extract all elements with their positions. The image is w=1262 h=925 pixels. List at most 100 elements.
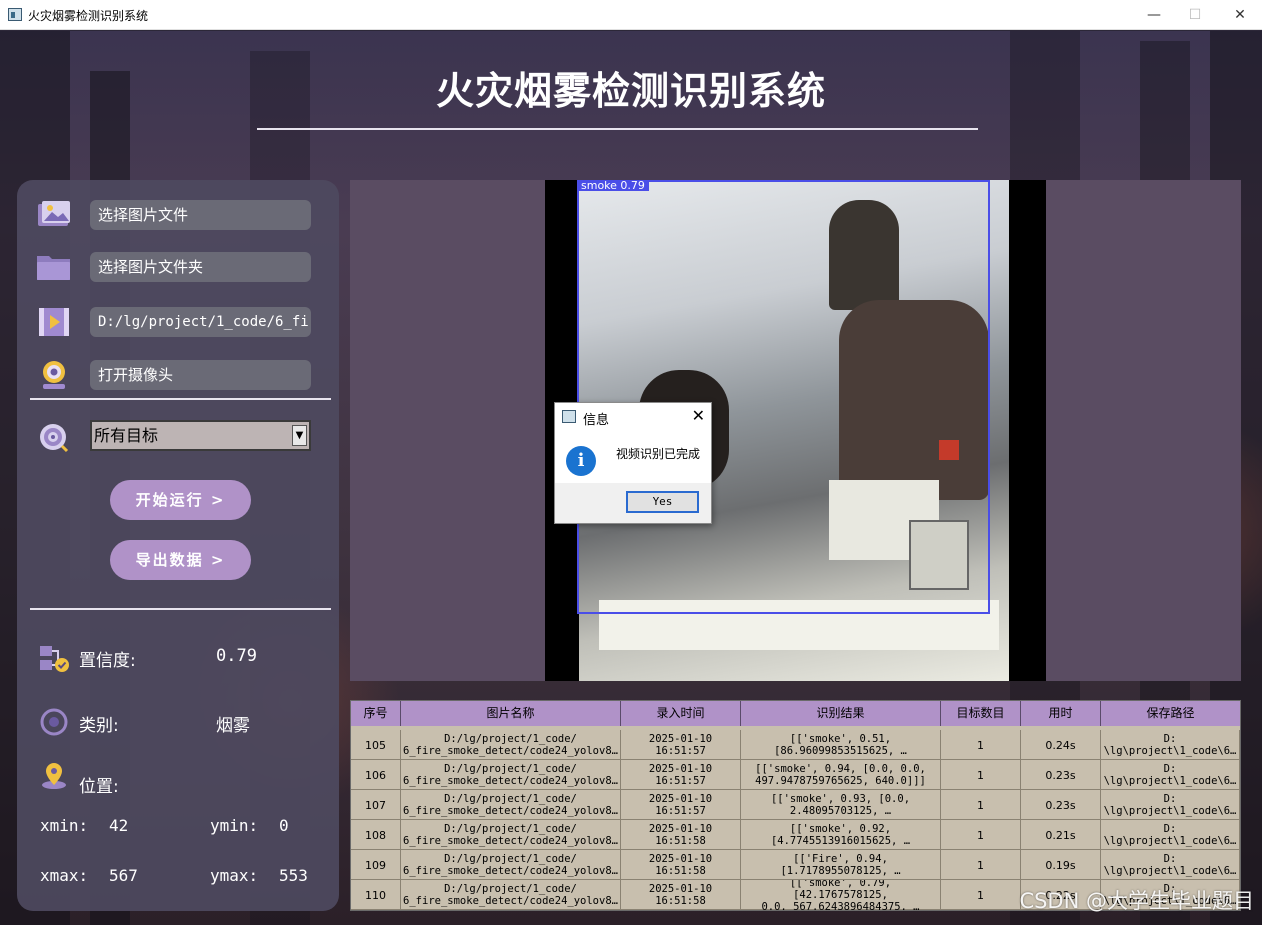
ymin-value: 0 [279, 816, 289, 835]
cell-text-result: [['smoke', 0.92, [4.7745513916015625, … [770, 823, 911, 847]
control-panel: 选择图片文件 选择图片文件夹 D:/lg/project/1_code/6_fi… [17, 180, 339, 911]
table-cell-id: 107 [351, 790, 401, 820]
target-select[interactable]: 所有目标 ▼ [90, 420, 311, 451]
col-header-path[interactable]: 保存路径 [1101, 701, 1240, 726]
table-row[interactable]: 105 D:/lg/project/1_code/ 6_fire_smoke_de… [351, 730, 1240, 760]
camera-icon [36, 358, 72, 392]
open-camera-button[interactable]: 打开摄像头 [90, 360, 311, 390]
cell-text-path: D: \lg\project\1_code\6… [1103, 733, 1237, 757]
table-cell-result: [['smoke', 0.51, [86.96099853515625, … [741, 730, 941, 760]
cell-text-name: D:/lg/project/1_code/ 6_fire_smoke_detec… [403, 793, 618, 817]
table-cell-time: 2025-01-10 16:51:58 [621, 880, 741, 910]
table-cell-count: 1 [941, 880, 1021, 910]
cell-text-duration: 0.19s [1045, 858, 1076, 872]
target-select-value: 所有目标 [94, 426, 159, 445]
cell-text-duration: 0.24s [1045, 738, 1076, 752]
col-header-result[interactable]: 识别结果 [741, 701, 941, 726]
cell-text-path: D: \lg\project\1_code\6… [1103, 853, 1237, 877]
cell-text-time: 2025-01-10 16:51:58 [648, 883, 713, 907]
table-row[interactable]: 108 D:/lg/project/1_code/ 6_fire_smoke_de… [351, 820, 1240, 850]
yes-button[interactable]: Yes [626, 491, 699, 513]
table-cell-path: D: \lg\project\1_code\6… [1101, 760, 1240, 790]
cell-text-time: 2025-01-10 16:51:58 [648, 853, 713, 877]
start-run-button[interactable]: 开始运行 > [110, 480, 251, 520]
results-table: 序号 图片名称 录入时间 识别结果 目标数目 用时 保存路径 105 D:/lg/… [350, 700, 1241, 911]
cell-text-id: 106 [365, 768, 386, 782]
table-cell-time: 2025-01-10 16:51:57 [621, 730, 741, 760]
cell-text-name: D:/lg/project/1_code/ 6_fire_smoke_detec… [403, 853, 618, 877]
position-label: 位置: [79, 777, 119, 797]
info-icon: i [566, 446, 596, 476]
xmax-value: 567 [109, 866, 138, 885]
table-cell-result: [['smoke', 0.79, [42.1767578125, 0.0, 56… [741, 880, 941, 910]
watermark: CSDN @大学生毕业题目 [1019, 889, 1254, 913]
col-header-duration[interactable]: 用时 [1021, 701, 1101, 726]
table-cell-id: 108 [351, 820, 401, 850]
video-file-icon [36, 305, 72, 339]
cell-text-result: [['smoke', 0.51, [86.96099853515625, … [774, 733, 907, 757]
table-cell-result: [['smoke', 0.92, [4.7745513916015625, … [741, 820, 941, 850]
app-icon [8, 8, 22, 21]
dialog-header: 信息 ✕ [555, 403, 711, 431]
cell-text-name: D:/lg/project/1_code/ 6_fire_smoke_detec… [403, 823, 618, 847]
minimize-button[interactable]: — [1136, 4, 1172, 26]
cell-text-result: [['smoke', 0.79, [42.1767578125, 0.0, 56… [761, 880, 920, 910]
table-cell-count: 1 [941, 850, 1021, 880]
folder-icon [36, 250, 72, 284]
dialog-message: 视频识别已完成 [616, 447, 701, 461]
detection-bounding-box [577, 180, 990, 614]
xmin-label: xmin: [40, 816, 89, 835]
cell-text-count: 1 [977, 798, 984, 812]
col-header-time[interactable]: 录入时间 [621, 701, 741, 726]
table-row[interactable]: 109 D:/lg/project/1_code/ 6_fire_smoke_de… [351, 850, 1240, 880]
table-cell-time: 2025-01-10 16:51:58 [621, 850, 741, 880]
table-header: 序号 图片名称 录入时间 识别结果 目标数目 用时 保存路径 [351, 701, 1240, 726]
cell-text-result: [['smoke', 0.94, [0.0, 0.0, 497.94787597… [755, 763, 926, 787]
select-image-folder-button[interactable]: 选择图片文件夹 [90, 252, 311, 282]
ymax-value: 553 [279, 866, 308, 885]
col-header-name[interactable]: 图片名称 [401, 701, 621, 726]
cell-text-id: 109 [365, 858, 386, 872]
close-icon[interactable]: ✕ [692, 406, 705, 425]
close-button[interactable]: ✕ [1222, 4, 1258, 26]
detection-view: smoke 0.79 [350, 180, 1241, 681]
table-cell-result: [['smoke', 0.94, [0.0, 0.0, 497.94787597… [741, 760, 941, 790]
page-title: 火灾烟雾检测识别系统 [435, 69, 826, 113]
category-icon [39, 707, 75, 741]
image-file-icon [36, 198, 72, 232]
table-cell-time: 2025-01-10 16:51:58 [621, 820, 741, 850]
cell-text-count: 1 [977, 858, 984, 872]
table-cell-name: D:/lg/project/1_code/ 6_fire_smoke_detec… [401, 760, 621, 790]
table-cell-duration: 0.19s [1021, 850, 1101, 880]
select-image-file-button[interactable]: 选择图片文件 [90, 200, 311, 230]
cell-text-path: D: \lg\project\1_code\6… [1103, 793, 1237, 817]
table-cell-count: 1 [941, 730, 1021, 760]
chevron-down-icon[interactable]: ▼ [292, 425, 307, 446]
target-icon [36, 420, 72, 454]
table-cell-id: 106 [351, 760, 401, 790]
cell-text-time: 2025-01-10 16:51:57 [648, 763, 713, 787]
video-path-field[interactable]: D:/lg/project/1_code/6_fire [90, 307, 311, 337]
window-titlebar: 火灾烟雾检测识别系统 — ☐ ✕ [0, 0, 1262, 30]
table-cell-duration: 0.21s [1021, 820, 1101, 850]
class-value: 烟雾 [216, 716, 250, 736]
maximize-button[interactable]: ☐ [1177, 4, 1213, 26]
table-row[interactable]: 106 D:/lg/project/1_code/ 6_fire_smoke_de… [351, 760, 1240, 790]
info-dialog: 信息 ✕ i 视频识别已完成 Yes [554, 402, 712, 524]
title-divider [257, 128, 978, 130]
table-cell-name: D:/lg/project/1_code/ 6_fire_smoke_detec… [401, 850, 621, 880]
table-cell-path: D: \lg\project\1_code\6… [1101, 850, 1240, 880]
table-cell-time: 2025-01-10 16:51:57 [621, 760, 741, 790]
ymin-label: ymin: [210, 816, 259, 835]
table-cell-id: 110 [351, 880, 401, 910]
table-row[interactable]: 107 D:/lg/project/1_code/ 6_fire_smoke_de… [351, 790, 1240, 820]
col-header-id[interactable]: 序号 [351, 701, 401, 726]
confidence-label: 置信度: [79, 651, 136, 671]
table-cell-count: 1 [941, 790, 1021, 820]
export-data-button[interactable]: 导出数据 > [110, 540, 251, 580]
cell-text-id: 105 [365, 738, 386, 752]
cell-text-duration: 0.21s [1045, 828, 1076, 842]
col-header-count[interactable]: 目标数目 [941, 701, 1021, 726]
xmax-label: xmax: [40, 866, 89, 885]
dialog-footer: Yes [555, 483, 711, 523]
